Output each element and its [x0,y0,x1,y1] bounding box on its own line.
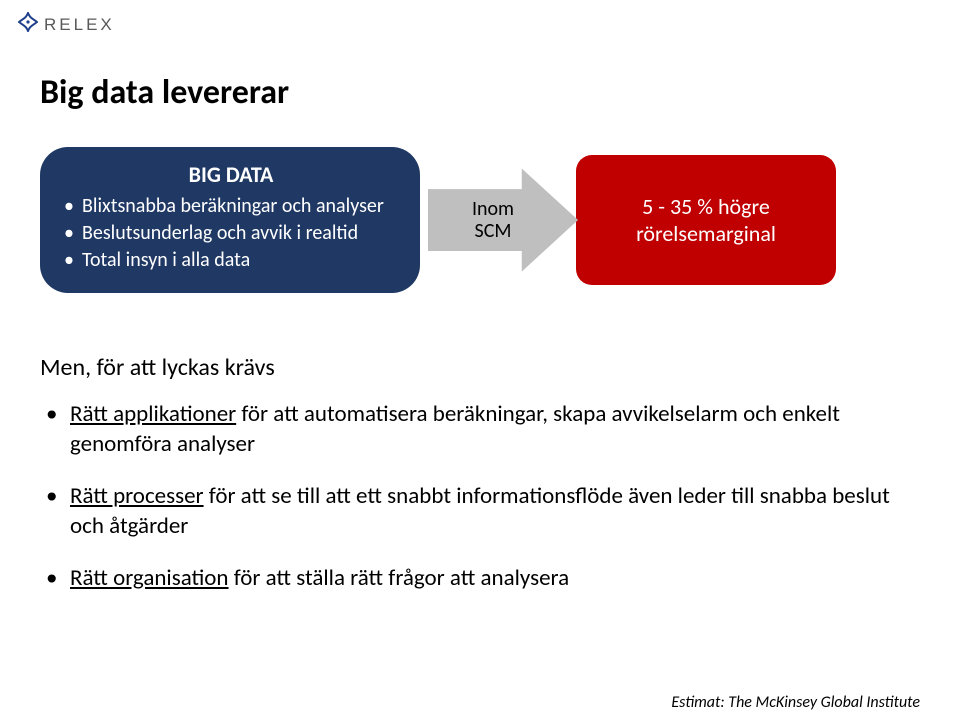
requirements-list: Rätt applikationer för att automatisera … [40,400,920,593]
list-item-lead: Rätt organisation [70,564,229,592]
bigdata-item: Beslutsunderlag och avvik i realtid [64,221,398,246]
outcome-box: 5 - 35 % högre rörelsemarginal [576,155,836,285]
outcome-line1: 5 - 35 % högre [642,193,770,221]
list-item: Rätt applikationer för att automatisera … [40,400,920,460]
arrow-block: Inom SCM [428,165,578,275]
flow-diagram: BIG DATA Blixtsnabba beräkningar och ana… [40,147,920,293]
bigdata-heading: BIG DATA [64,161,398,188]
page-title: Big data levererar [40,72,920,113]
list-item-lead: Rätt applikationer [70,400,236,428]
bigdata-item: Blixtsnabba beräkningar och analyser [64,194,398,219]
bigdata-item: Total insyn i alla data [64,248,398,273]
list-item: Rätt organisation för att ställa rätt fr… [40,564,920,594]
source-citation: Estimat: The McKinsey Global Institute [671,693,920,712]
logo-icon [18,12,38,37]
arrow-label-line2: SCM [475,219,512,243]
list-item: Rätt processer för att se till att ett s… [40,482,920,542]
brand-logo: RELEX [18,12,115,37]
logo-text: RELEX [44,15,115,35]
subheading: Men, för att lyckas krävs [40,353,920,382]
outcome-line2: rörelsemarginal [636,220,776,248]
bigdata-box: BIG DATA Blixtsnabba beräkningar och ana… [40,147,420,293]
list-item-lead: Rätt processer [70,482,204,510]
arrow-label-line1: Inom [472,197,514,221]
arrow-label: Inom SCM [428,198,578,242]
bigdata-list: Blixtsnabba beräkningar och analyser Bes… [64,194,398,273]
list-item-rest: för att ställa rätt frågor att analysera [229,564,570,592]
